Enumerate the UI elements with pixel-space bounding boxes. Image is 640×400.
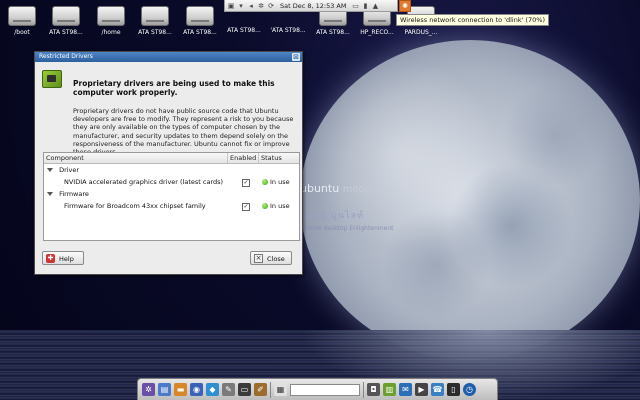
window-close-icon[interactable]: ⊠ — [292, 53, 300, 61]
hard-drive-icon — [186, 6, 214, 26]
file-manager-icon[interactable]: ▤ — [158, 383, 171, 396]
table-row[interactable]: Firmware for Broadcom 43xx chipset famil… — [44, 200, 299, 212]
terminal-icon[interactable]: ▭ — [238, 383, 251, 396]
status-text: In use — [270, 178, 290, 186]
gear-icon[interactable]: ✲ — [142, 383, 155, 396]
camera-icon[interactable]: ◘ — [367, 383, 380, 396]
drive-label: ATA ST98... — [316, 29, 350, 36]
drive-label: ATA ST98... — [49, 29, 83, 36]
expander-down-icon[interactable] — [47, 192, 53, 196]
drive-label: /home — [101, 29, 121, 36]
status-cell: In use — [262, 200, 290, 212]
column-component[interactable]: Component — [44, 153, 228, 163]
help-label: Help — [59, 255, 74, 263]
drive-icon[interactable]: ATA ST98... — [222, 24, 266, 34]
expander-down-icon[interactable] — [47, 168, 53, 172]
help-icon: ✚ — [46, 254, 55, 263]
run-field[interactable] — [290, 383, 360, 396]
component-name: Firmware for Broadcom 43xx chipset famil… — [64, 202, 206, 210]
drive-icon[interactable]: ATA ST98... — [133, 4, 177, 36]
wireless-network-icon[interactable]: ✺ — [399, 0, 411, 12]
hard-drive-icon — [52, 6, 80, 26]
column-enabled[interactable]: Enabled — [228, 153, 259, 163]
drive-icon[interactable]: 'ATA ST98... — [266, 24, 310, 34]
panel-settings-icon[interactable]: ✲ — [257, 2, 265, 10]
drive-label: ATA ST98... — [183, 29, 217, 36]
restricted-drivers-dialog: Restricted Drivers ⊠ Proprietary drivers… — [34, 51, 303, 275]
branding-script: อูบุนตู มูนไลท์ — [300, 211, 365, 221]
top-panel: ▣ ▾ ◂ ✲ ⟳ Sat Dec 8, 12:53 AM ▭ ▮ ▲ — [224, 0, 398, 12]
drive-icon-home[interactable]: /home — [89, 4, 133, 36]
panel-battery-icon[interactable]: ▮ — [362, 2, 370, 10]
browser-icon[interactable]: ◉ — [190, 383, 203, 396]
dialog-heading: Proprietary drivers are being used to ma… — [73, 79, 275, 97]
network-tooltip: Wireless network connection to 'dlink' (… — [396, 14, 549, 26]
hard-drive-icon — [97, 6, 125, 26]
drive-label: /boot — [14, 29, 30, 36]
folder-icon[interactable]: ▬ — [174, 383, 187, 396]
hard-drive-icon — [8, 6, 36, 26]
close-label: Close — [267, 255, 285, 263]
group-row-driver[interactable]: Driver — [44, 164, 299, 176]
drivers-table: Component Enabled Status Driver NVIDIA a… — [43, 152, 300, 241]
drive-icon[interactable]: ATA ST98... — [178, 4, 222, 36]
enabled-checkbox[interactable]: ✓ — [242, 203, 250, 211]
branding-title: ubuntu — [300, 182, 340, 195]
help-button[interactable]: ✚ Help — [42, 251, 84, 265]
dialog-titlebar[interactable]: Restricted Drivers ⊠ — [35, 52, 302, 62]
chart-icon[interactable]: ▥ — [383, 383, 396, 396]
enabled-checkbox[interactable]: ✓ — [242, 179, 250, 187]
status-cell: In use — [262, 176, 290, 188]
table-header: Component Enabled Status — [44, 153, 299, 164]
branding-note: Gnome desktop Enlightenment — [300, 225, 394, 232]
panel-volume-icon[interactable]: ◂ — [247, 2, 255, 10]
branding-subtitle: moonlight — [342, 184, 394, 195]
editor-icon[interactable]: ✐ — [254, 383, 267, 396]
table-row[interactable]: NVIDIA accelerated graphics driver (late… — [44, 176, 299, 188]
close-button[interactable]: × Close — [250, 251, 292, 265]
dialog-description: Proprietary drivers do not have public s… — [73, 107, 294, 156]
tools-icon[interactable]: ✎ — [222, 383, 235, 396]
drive-icon-boot[interactable]: /boot — [0, 4, 44, 36]
status-ok-icon — [262, 203, 268, 209]
hard-drive-icon — [141, 6, 169, 26]
chat-icon[interactable]: ☎ — [431, 383, 444, 396]
group-label: Driver — [59, 166, 80, 174]
clock[interactable]: Sat Dec 8, 12:53 AM — [280, 2, 347, 10]
group-row-firmware[interactable]: Firmware — [44, 188, 299, 200]
media-icon[interactable]: ▶ — [415, 383, 428, 396]
column-status[interactable]: Status — [259, 153, 299, 163]
component-name: NVIDIA accelerated graphics driver (late… — [64, 178, 224, 186]
panel-window-icon[interactable]: ▭ — [352, 2, 360, 10]
status-ok-icon — [262, 179, 268, 185]
drive-label: PARDUS_... — [404, 29, 438, 36]
drive-label: ATA ST98... — [227, 27, 261, 34]
dialog-header: Proprietary drivers are being used to ma… — [35, 62, 302, 156]
mail-icon[interactable]: ✉ — [399, 383, 412, 396]
dock-separator — [270, 381, 271, 398]
network-icon[interactable]: ◆ — [206, 383, 219, 396]
drive-label: ATA ST98... — [138, 29, 172, 36]
panel-refresh-icon[interactable]: ⟳ — [267, 2, 275, 10]
drive-icon[interactable]: ATA ST98... — [44, 4, 88, 36]
dialog-title: Restricted Drivers — [39, 53, 93, 60]
drive-label: 'ATA ST98... — [270, 27, 306, 34]
hardware-driver-icon — [42, 70, 62, 88]
branding-text: ubuntu moonlight — [300, 182, 393, 195]
bottom-dock: ✲ ▤ ▬ ◉ ◆ ✎ ▭ ✐ ▦ ◘ ▥ ✉ ▶ ☎ ▯ ◷ — [137, 378, 498, 400]
group-label: Firmware — [59, 190, 89, 198]
panel-arrow-icon[interactable]: ▾ — [237, 2, 245, 10]
trash-icon[interactable]: ▯ — [447, 383, 460, 396]
drive-label: HP_RECO... — [360, 29, 394, 36]
status-text: In use — [270, 202, 290, 210]
launcher-icon[interactable]: ▦ — [274, 383, 287, 396]
close-icon: × — [254, 254, 263, 263]
dock-separator — [363, 381, 364, 398]
panel-signal-icon[interactable]: ▲ — [372, 2, 380, 10]
panel-menu-icon[interactable]: ▣ — [227, 2, 235, 10]
moon-image — [300, 40, 640, 360]
clock-icon[interactable]: ◷ — [463, 383, 476, 396]
